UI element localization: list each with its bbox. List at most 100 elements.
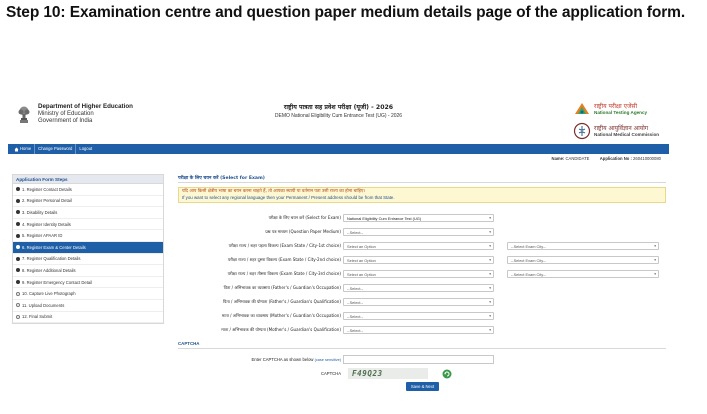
step-status-icon (16, 256, 20, 261)
father-occupation-dropdown[interactable]: --Select-- ▾ (343, 284, 494, 292)
chevron-down-icon: ▾ (489, 258, 491, 262)
save-next-button[interactable]: Save & Next (406, 382, 439, 391)
chevron-down-icon: ▾ (654, 272, 656, 276)
state3-value: Select an Option (347, 272, 376, 277)
nav-logout[interactable]: Logout (76, 144, 95, 154)
mother-occupation-dropdown[interactable]: --Select-- ▾ (343, 312, 494, 320)
step-status-icon (16, 222, 20, 227)
chevron-down-icon: ▾ (489, 216, 491, 220)
chevron-down-icon: ▾ (489, 272, 491, 276)
nav-change-password[interactable]: Change Password (35, 144, 77, 154)
step-status-icon (16, 280, 20, 285)
captcha-section-title: CAPTCHA (178, 341, 666, 349)
chevron-down-icon: ▾ (489, 328, 491, 332)
state2-value: Select an Option (347, 258, 376, 263)
sidebar-step-2[interactable]: 2. Register Personal Detail (13, 196, 163, 208)
agency-logos: राष्ट्रीय परीक्षा एजेंसी National Testin… (573, 98, 665, 142)
captcha-label: CAPTCHA (320, 371, 341, 376)
city3-dropdown[interactable]: --Select Exam City-- ▾ (507, 270, 659, 278)
chevron-down-icon: ▾ (489, 244, 491, 248)
sidebar-step-6[interactable]: 6. Register Exam & Center Details (13, 241, 163, 254)
select-exam-value: National Eligibility Cum Entrance Test (… (347, 216, 422, 221)
select-exam-label: परीक्षा के लिए चयन करें (Select for Exam… (268, 215, 341, 220)
sidebar-step-3[interactable]: 3. Disability Details (13, 207, 163, 219)
state1-dropdown[interactable]: Select an Option ▾ (343, 242, 494, 250)
candidate-name: CANDIDATE (565, 156, 590, 161)
site-header: Department of Higher Education Ministry … (8, 96, 669, 144)
city1-value: --Select Exam City-- (511, 244, 546, 249)
step-label: 4. Register Identity Details (22, 221, 71, 227)
section-title: परीक्षा के लिए चयन करें (Select for Exam… (178, 174, 666, 183)
father-occupation-value: --Select-- (347, 286, 363, 291)
candidate-info-bar: Name: CANDIDATE Application No : 2604100… (8, 154, 669, 163)
city1-dropdown[interactable]: --Select Exam City-- ▾ (507, 242, 659, 250)
city2-label: परीक्षा राज्य / शहर दूसरा विकल्प (Exam S… (227, 257, 341, 262)
enter-captcha-label: Enter CAPTCHA as shown below (case sensi… (252, 357, 341, 362)
slide-title: Step 10: Examination centre and question… (6, 4, 686, 21)
nmc-logo: राष्ट्रीय आयुर्विज्ञान आयोग National Med… (573, 120, 665, 142)
chevron-down-icon: ▾ (489, 230, 491, 234)
nmc-name-english: National Medical Commission (594, 131, 660, 137)
step-status-icon (16, 245, 20, 250)
step-status-icon (16, 210, 20, 215)
row-mother-occupation: माता / अभिभावक का व्यवसाय (Mother's / Gu… (178, 312, 666, 321)
sidebar-step-8[interactable]: 8. Register Additional Details (13, 265, 163, 277)
application-page: Department of Higher Education Ministry … (8, 96, 669, 396)
step-status-icon (16, 187, 20, 192)
sidebar-step-10[interactable]: 10. Capture Live Photograph (13, 288, 163, 300)
step-label: 9. Register Emergency Contact Detail (22, 279, 93, 285)
captcha-input[interactable] (343, 355, 494, 364)
state2-dropdown[interactable]: Select an Option ▾ (343, 256, 494, 264)
nmc-emblem-icon (573, 122, 591, 140)
city2-value: --Select Exam City-- (511, 258, 546, 263)
sidebar-step-1[interactable]: 1. Register Contact Details (13, 184, 163, 196)
sidebar-step-12[interactable]: 12. Final Submit (13, 312, 163, 324)
nav-home-label: Home (20, 146, 32, 151)
city2-dropdown[interactable]: --Select Exam City-- ▾ (507, 256, 659, 264)
state3-dropdown[interactable]: Select an Option ▾ (343, 270, 494, 278)
language-notice: यदि आप किसी क्षेत्रीय भाषा का चयन करना च… (178, 187, 666, 203)
sidebar-step-4[interactable]: 4. Register Identity Details (13, 219, 163, 231)
exam-title-english: DEMO National Eligibility Cum Entrance T… (274, 113, 403, 119)
sidebar-title: Application Form Steps (13, 175, 163, 184)
row-select-exam: परीक्षा के लिए चयन करें (Select for Exam… (178, 214, 666, 223)
sidebar-step-11[interactable]: 11. Upload Documents (13, 300, 163, 312)
form-steps-sidebar: Application Form Steps 1. Register Conta… (12, 174, 164, 325)
step-label: 10. Capture Live Photograph (22, 291, 76, 297)
case-sensitive-note: (case sensitive) (314, 358, 341, 362)
father-occupation-label: पिता / अभिभावक का व्यवसाय (Father's / Gu… (223, 285, 341, 290)
step-status-icon (16, 233, 20, 238)
chevron-down-icon: ▾ (654, 244, 656, 248)
step-status-icon (16, 268, 20, 273)
sidebar-step-9[interactable]: 9. Register Emergency Contact Detail (13, 277, 163, 289)
select-exam-dropdown[interactable]: National Eligibility Cum Entrance Test (… (343, 214, 494, 222)
row-mother-qualification: माता / अभिभावक की योग्यता (Mother's / Gu… (178, 326, 666, 335)
row-father-qualification: पिता / अभिभावक की योग्यता (Father's / Gu… (178, 298, 666, 307)
mother-qualification-value: --Select-- (347, 328, 363, 333)
father-qualification-label: पिता / अभिभावक की योग्यता (Father's / Gu… (222, 299, 341, 304)
nav-home[interactable]: Home (11, 144, 36, 154)
nta-name-english: National Testing Agency (594, 109, 648, 115)
step-label: 3. Disability Details (22, 209, 58, 215)
city3-label: परीक्षा राज्य / शहर तीसरा विकल्प (Exam S… (227, 271, 341, 276)
step-label: 8. Register Additional Details (22, 267, 76, 273)
chevron-down-icon: ▾ (489, 314, 491, 318)
state1-value: Select an Option (347, 244, 376, 249)
sidebar-step-7[interactable]: 7. Register Qualification Details (13, 254, 163, 266)
chevron-down-icon: ▾ (489, 286, 491, 290)
row-father-occupation: पिता / अभिभावक का व्यवसाय (Father's / Gu… (178, 284, 666, 293)
home-icon (14, 147, 19, 151)
medium-dropdown[interactable]: --Select-- ▾ (343, 228, 494, 236)
mother-qualification-label: माता / अभिभावक की योग्यता (Mother's / Gu… (221, 327, 341, 332)
mother-qualification-dropdown[interactable]: --Select-- ▾ (343, 326, 494, 334)
enter-captcha-text: Enter CAPTCHA as shown below (251, 357, 314, 362)
mother-occupation-value: --Select-- (347, 314, 363, 319)
chevron-down-icon: ▾ (489, 300, 491, 304)
notice-english: If you want to select any regional langu… (182, 195, 395, 200)
refresh-captcha-icon[interactable] (442, 369, 452, 379)
step-label: 2. Register Personal Detail (22, 198, 72, 204)
step-label: 6. Register Exam & Center Details (22, 244, 86, 250)
father-qualification-dropdown[interactable]: --Select-- ▾ (343, 298, 494, 306)
step-label: 1. Register Contact Details (22, 186, 72, 192)
sidebar-step-5[interactable]: 5. Register APAAR ID (13, 230, 163, 242)
